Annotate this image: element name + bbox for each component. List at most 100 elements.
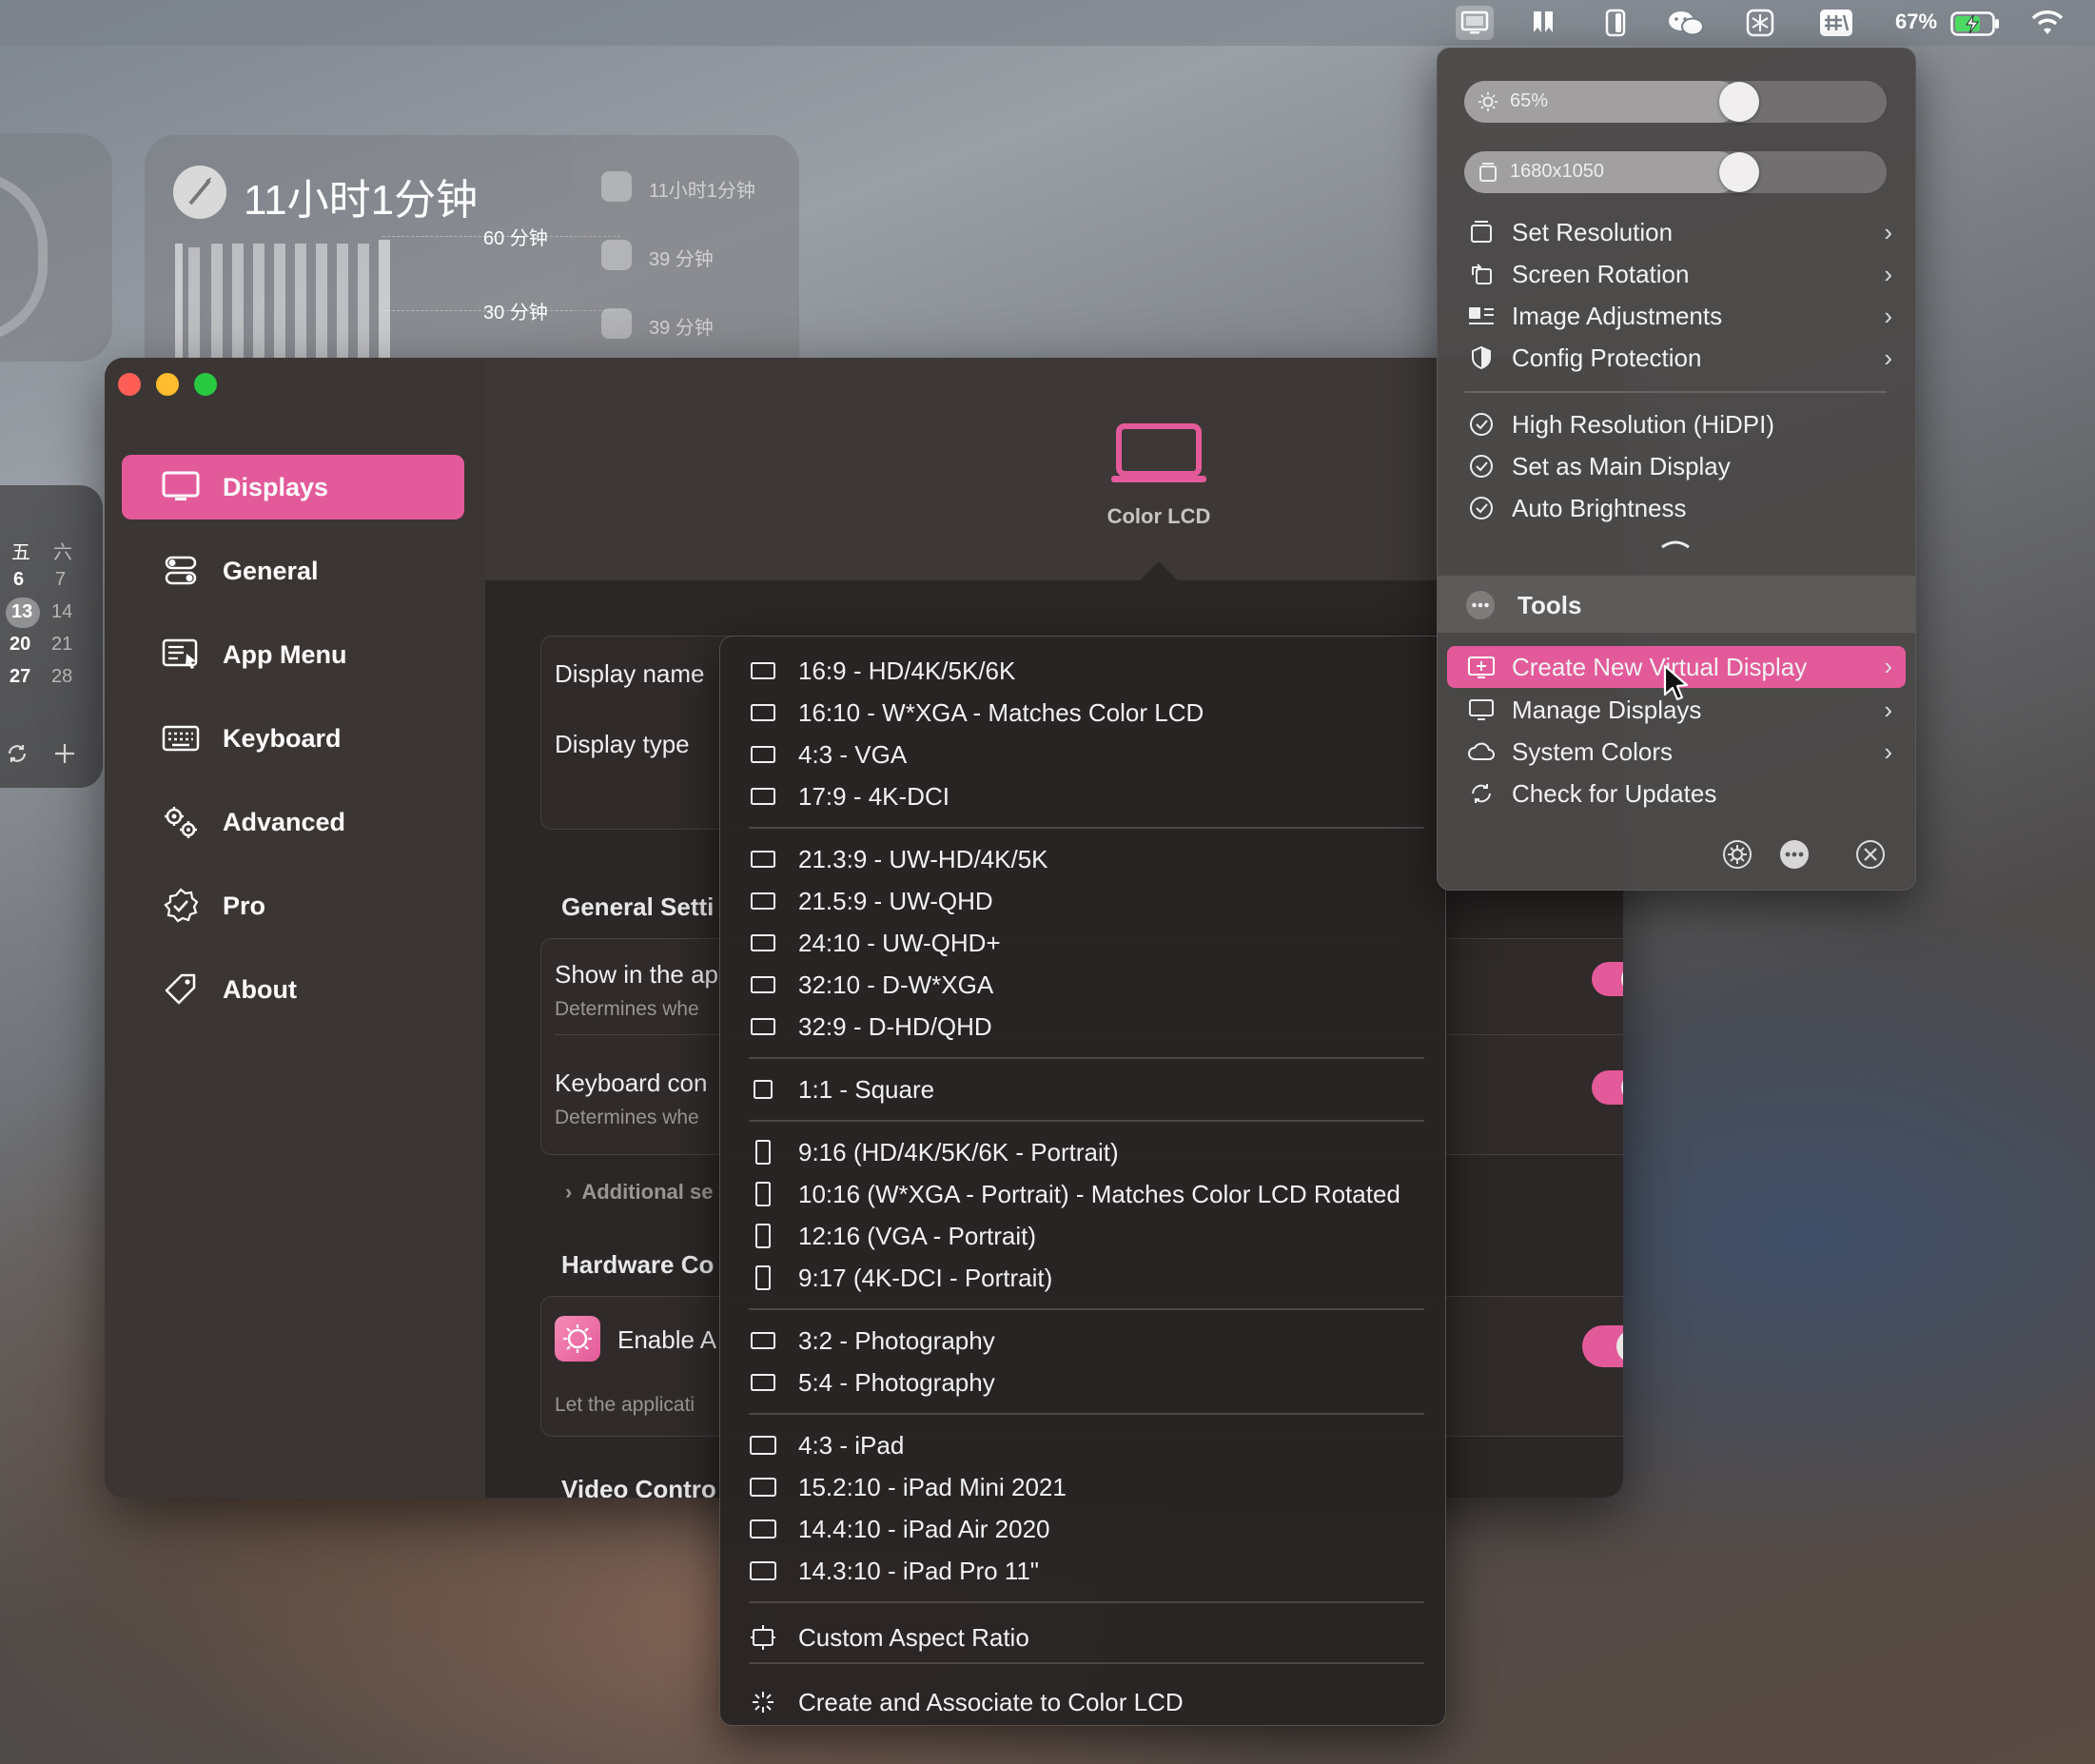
refresh-icon[interactable] bbox=[6, 742, 29, 765]
show-in-app-label: Show in the ap bbox=[555, 960, 719, 989]
landscape-ratio-icon bbox=[749, 782, 777, 811]
app-usage-list: 11小时1分钟 39 分钟 39 分钟 bbox=[573, 135, 799, 360]
collapse-chevron-icon[interactable] bbox=[1656, 536, 1694, 551]
zoom-window-button[interactable] bbox=[194, 373, 217, 396]
keyboard-control-description: Determines whe bbox=[555, 1107, 699, 1128]
aspect-ratio-item[interactable]: 3:2 - Photography bbox=[749, 1320, 995, 1362]
aspect-ratio-item[interactable]: 15.2:10 - iPad Mini 2021 bbox=[749, 1466, 1067, 1508]
virtual-display-submenu: 16:9 - HD/4K/5K/6K 16:10 - W*XGA - Matche… bbox=[719, 636, 1446, 1726]
image-adjust-icon bbox=[1466, 301, 1497, 331]
aspect-ratio-label: 21.3:9 - UW-HD/4K/5K bbox=[798, 844, 1048, 873]
tools-title: Tools bbox=[1517, 591, 1582, 619]
sidebar-item-displays[interactable]: Displays bbox=[122, 455, 464, 519]
minimize-window-button[interactable] bbox=[156, 373, 179, 396]
create-associate-item[interactable]: Create and Associate to Color LCD bbox=[749, 1681, 1184, 1723]
menu-separator bbox=[749, 827, 1424, 829]
image-adjustments-item[interactable]: Image Adjustments › bbox=[1447, 296, 1906, 336]
aspect-ratio-item[interactable]: 4:3 - VGA bbox=[749, 734, 907, 775]
sidebar-item-keyboard[interactable]: Keyboard bbox=[122, 706, 464, 771]
system-colors-item[interactable]: System Colors › bbox=[1447, 732, 1906, 772]
show-in-app-toggle[interactable] bbox=[1592, 962, 1623, 996]
toggles-icon bbox=[160, 550, 202, 592]
more-icon bbox=[1466, 591, 1495, 619]
input-method-icon[interactable] bbox=[1817, 6, 1855, 40]
app-icon bbox=[601, 308, 632, 339]
settings-gear-icon[interactable] bbox=[1721, 838, 1753, 871]
aspect-ratio-item[interactable]: 14.4:10 - iPad Air 2020 bbox=[749, 1508, 1050, 1550]
sidebar-item-about[interactable]: About bbox=[122, 957, 464, 1022]
aspect-ratio-item[interactable]: 5:4 - Photography bbox=[749, 1362, 995, 1403]
brightness-slider[interactable]: 65% bbox=[1464, 81, 1887, 123]
set-resolution-item[interactable]: Set Resolution › bbox=[1447, 212, 1906, 252]
aspect-ratio-item[interactable]: 4:3 - iPad bbox=[749, 1424, 904, 1466]
sidebar-item-general[interactable]: General bbox=[122, 539, 464, 603]
landscape-ratio-icon bbox=[749, 698, 777, 727]
wechat-icon[interactable] bbox=[1667, 6, 1705, 40]
check-updates-item[interactable]: Check for Updates bbox=[1447, 774, 1906, 813]
more-icon[interactable] bbox=[1778, 838, 1811, 871]
menu-separator bbox=[749, 1662, 1424, 1664]
aspect-ratio-item[interactable]: 24:10 - UW-QHD+ bbox=[749, 922, 1001, 964]
sidebar-item-app-menu[interactable]: App Menu bbox=[122, 622, 464, 687]
menu-separator bbox=[749, 1120, 1424, 1122]
config-protection-item[interactable]: Config Protection › bbox=[1447, 338, 1906, 378]
calendar-cell: 六 bbox=[53, 542, 72, 563]
check-circle-icon bbox=[1466, 493, 1497, 523]
aspect-ratio-item[interactable]: 16:9 - HD/4K/5K/6K bbox=[749, 650, 1015, 692]
additional-settings-disclosure[interactable]: › Additional se bbox=[565, 1180, 713, 1205]
gears-icon bbox=[160, 801, 202, 843]
brightness-thumb[interactable] bbox=[1719, 82, 1759, 122]
display-label: Color LCD bbox=[1106, 504, 1211, 528]
aspect-ratio-item[interactable]: 9:17 (4K-DCI - Portrait) bbox=[749, 1257, 1052, 1299]
hidpi-item[interactable]: High Resolution (HiDPI) bbox=[1447, 404, 1906, 444]
menu-separator bbox=[749, 1601, 1424, 1603]
resolution-icon bbox=[1478, 162, 1498, 183]
close-icon[interactable] bbox=[1854, 838, 1887, 871]
aspect-ratio-item[interactable]: 17:9 - 4K-DCI bbox=[749, 775, 950, 817]
resolution-slider[interactable]: 1680x1050 bbox=[1464, 151, 1887, 193]
battery-icon[interactable] bbox=[1950, 11, 2000, 36]
aspect-ratio-item[interactable]: 9:16 (HD/4K/5K/6K - Portrait) bbox=[749, 1131, 1119, 1173]
snowflake-icon[interactable] bbox=[1741, 6, 1779, 40]
aspect-ratio-item[interactable]: 1:1 - Square bbox=[749, 1068, 934, 1110]
laptop-display-icon[interactable] bbox=[1109, 422, 1208, 485]
screen-rotation-item[interactable]: Screen Rotation › bbox=[1447, 254, 1906, 294]
portrait-ratio-icon bbox=[749, 1180, 777, 1208]
sidebar-item-advanced[interactable]: Advanced bbox=[122, 790, 464, 854]
square-ratio-icon bbox=[749, 1075, 777, 1104]
close-window-button[interactable] bbox=[118, 373, 141, 396]
aspect-ratio-item[interactable]: 32:10 - D-W*XGA bbox=[749, 964, 993, 1006]
sidebar-item-label: General bbox=[223, 556, 319, 585]
aspect-ratio-item[interactable]: 21.3:9 - UW-HD/4K/5K bbox=[749, 838, 1048, 880]
sidebar-item-label: About bbox=[223, 974, 297, 1004]
ipad-icon bbox=[749, 1557, 777, 1585]
menu-bar: 67% bbox=[0, 0, 2095, 46]
aspect-ratio-item[interactable]: 10:16 (W*XGA - Portrait) - Matches Color… bbox=[749, 1173, 1400, 1215]
enable-toggle[interactable] bbox=[1582, 1325, 1623, 1367]
resolution-thumb[interactable] bbox=[1719, 152, 1759, 192]
add-icon[interactable] bbox=[53, 742, 76, 765]
aspect-ratio-item[interactable]: 32:9 - D-HD/QHD bbox=[749, 1006, 992, 1048]
aspect-ratio-label: 15.2:10 - iPad Mini 2021 bbox=[798, 1472, 1067, 1501]
aspect-ratio-label: 10:16 (W*XGA - Portrait) - Matches Color… bbox=[798, 1179, 1400, 1208]
enable-description: Let the applicati bbox=[555, 1394, 695, 1416]
aspect-ratio-item[interactable]: 21.5:9 - UW-QHD bbox=[749, 880, 993, 922]
sun-icon bbox=[1478, 91, 1498, 112]
display-icon[interactable] bbox=[1456, 6, 1494, 40]
aspect-ratio-item[interactable]: 16:10 - W*XGA - Matches Color LCD bbox=[749, 692, 1204, 734]
aspect-ratio-item[interactable]: 14.3:10 - iPad Pro 11" bbox=[749, 1550, 1039, 1592]
bookmark-icon[interactable] bbox=[1524, 6, 1562, 40]
phone-icon[interactable] bbox=[1596, 6, 1635, 40]
menu-item-label: Set Resolution bbox=[1512, 217, 1674, 246]
calendar-widget[interactable]: 五 六 6 7 13 14 20 21 27 28 bbox=[0, 485, 103, 788]
sidebar-item-pro[interactable]: Pro bbox=[122, 873, 464, 938]
set-main-display-item[interactable]: Set as Main Display bbox=[1447, 446, 1906, 486]
screen-time-widget[interactable]: 11小时1分钟 60 分钟 30 分钟 11小时1分钟 39 分钟 39 分钟 bbox=[145, 135, 799, 360]
custom-aspect-ratio-item[interactable]: Custom Aspect Ratio bbox=[749, 1617, 1029, 1658]
keyboard-control-toggle[interactable] bbox=[1592, 1070, 1623, 1105]
auto-brightness-item[interactable]: Auto Brightness bbox=[1447, 488, 1906, 528]
tag-icon bbox=[160, 969, 202, 1010]
wifi-icon[interactable] bbox=[2030, 10, 2065, 36]
chevron-right-icon: › bbox=[1884, 302, 1892, 330]
aspect-ratio-item[interactable]: 12:16 (VGA - Portrait) bbox=[749, 1215, 1036, 1257]
